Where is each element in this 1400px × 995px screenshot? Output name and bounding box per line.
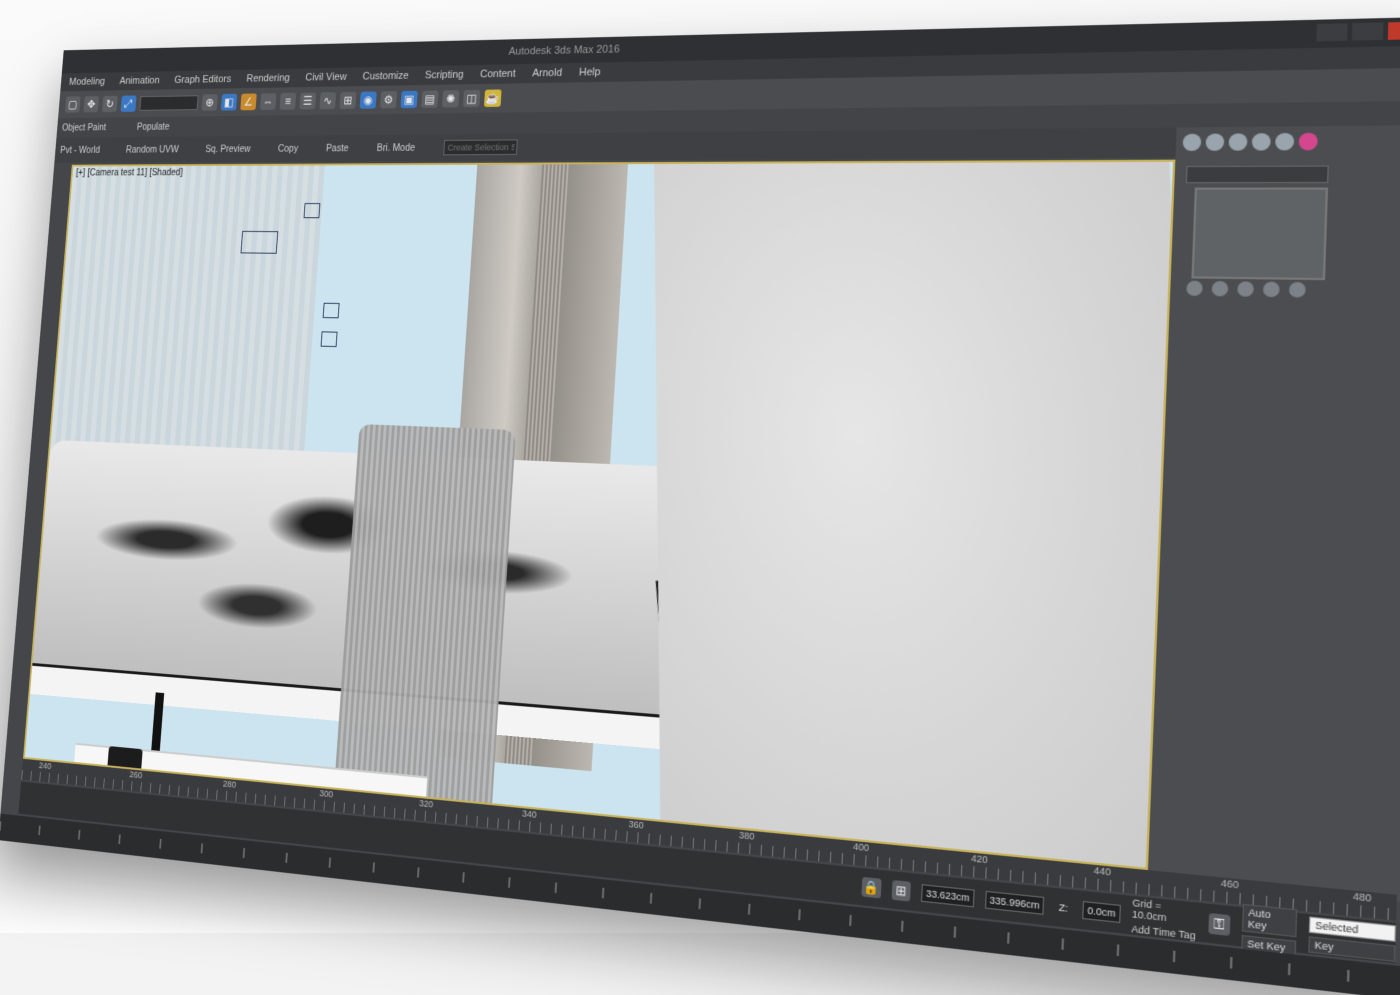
display-tab-icon[interactable] — [1274, 132, 1295, 151]
light-gizmo[interactable] — [303, 203, 321, 219]
copy-button[interactable]: Copy — [278, 144, 299, 154]
key-mode-group: Selected Key — [1308, 915, 1397, 962]
timeline-tick: 320 — [418, 798, 434, 810]
lock-selection-icon[interactable]: 🔒 — [861, 876, 882, 899]
timeline-tick: 240 — [38, 760, 52, 772]
camera-gizmo[interactable] — [240, 230, 279, 254]
timeline-tick: 420 — [970, 852, 989, 866]
render-icon[interactable]: ▣ — [400, 90, 418, 109]
teapot-icon[interactable]: ☕ — [483, 89, 502, 107]
timeline-tick: 300 — [319, 788, 334, 800]
concrete-wall — [654, 159, 1176, 871]
reference-coordinate-dropdown[interactable] — [139, 95, 199, 111]
angle-snap-icon[interactable]: ∠ — [240, 93, 257, 111]
sq-preview-button[interactable]: Sq. Preview — [205, 144, 251, 154]
motion-tab-icon[interactable] — [1251, 133, 1271, 151]
render-setup-icon[interactable]: ⚙ — [379, 91, 398, 109]
x-coordinate-field[interactable]: 33.623cm — [921, 884, 975, 908]
timeline-tick: 280 — [222, 778, 237, 790]
pivot-icon[interactable]: ⊕ — [201, 94, 218, 111]
object-name-field[interactable] — [1185, 165, 1329, 184]
z-axis-label: Z: — [1058, 901, 1069, 915]
timeline-tick: 380 — [738, 829, 755, 842]
maximize-button[interactable] — [1351, 22, 1384, 41]
y-coordinate-field[interactable]: 335.996cm — [984, 890, 1045, 915]
menu-graph-editors[interactable]: Graph Editors — [174, 74, 232, 86]
show-end-result-icon[interactable] — [1211, 280, 1229, 297]
z-coordinate-field[interactable]: 0.0cm — [1082, 900, 1121, 924]
timeline-tick: 460 — [1220, 877, 1240, 891]
make-unique-icon[interactable] — [1237, 281, 1255, 297]
camera-viewport[interactable]: [+] [Camera test 11] [Shaded] — [23, 159, 1176, 871]
create-tab-icon[interactable] — [1182, 133, 1202, 152]
modify-tab-icon[interactable] — [1205, 133, 1225, 151]
rotate-icon[interactable]: ↻ — [101, 95, 118, 113]
light-gizmo[interactable] — [322, 302, 340, 319]
select-icon[interactable]: ▢ — [64, 96, 81, 113]
auto-key-button[interactable]: Auto Key — [1241, 903, 1298, 937]
timeline-tick: 260 — [129, 769, 143, 781]
close-button[interactable] — [1387, 21, 1400, 40]
menu-civil-view[interactable]: Civil View — [305, 71, 347, 83]
modifier-stack-preview — [1191, 187, 1329, 281]
command-panel-tabs — [1182, 132, 1318, 152]
grid-time-group: Grid = 10.0cm Add Time Tag — [1131, 896, 1197, 941]
window-blinds — [49, 165, 325, 471]
align-icon[interactable]: ≡ — [279, 92, 297, 110]
rendered-frame-icon[interactable]: ▤ — [421, 90, 439, 108]
hierarchy-tab-icon[interactable] — [1228, 133, 1248, 151]
curve-editor-icon[interactable]: ∿ — [319, 92, 337, 110]
modifier-stack-buttons — [1186, 280, 1306, 298]
window-controls — [1316, 21, 1400, 42]
move-icon[interactable]: ✥ — [83, 96, 100, 113]
menu-animation[interactable]: Animation — [119, 75, 160, 87]
selection-set-input[interactable] — [443, 139, 519, 156]
pin-stack-icon[interactable] — [1186, 280, 1203, 297]
menu-rendering[interactable]: Rendering — [246, 73, 290, 85]
menu-scripting[interactable]: Scripting — [424, 69, 464, 81]
random-uvw-button[interactable]: Random UVW — [126, 145, 180, 155]
light-gizmo[interactable] — [320, 331, 338, 348]
camera-icon[interactable]: ◫ — [462, 89, 481, 108]
key-buttons: Auto Key Set Key — [1240, 903, 1298, 957]
menu-arnold[interactable]: Arnold — [532, 67, 563, 79]
timeline-tick: 340 — [521, 808, 537, 820]
color-swatch-icon[interactable] — [1298, 132, 1318, 151]
scale-icon[interactable]: ⤢ — [120, 95, 137, 112]
viewport-label[interactable]: [+] [Camera test 11] [Shaded] — [76, 168, 183, 178]
tab-object-paint[interactable]: Object Paint — [62, 122, 107, 132]
light-icon[interactable]: ✺ — [441, 90, 460, 108]
menu-modeling[interactable]: Modeling — [69, 76, 106, 87]
layer-icon[interactable]: ☰ — [299, 92, 317, 110]
snap-icon[interactable]: ◧ — [220, 93, 238, 111]
menu-content[interactable]: Content — [480, 68, 516, 80]
timeline-tick: 440 — [1093, 864, 1112, 878]
tab-populate[interactable]: Populate — [136, 122, 169, 132]
schematic-view-icon[interactable]: ⊞ — [339, 91, 357, 109]
pivot-world-button[interactable]: Pvt - World — [60, 145, 100, 155]
menu-customize[interactable]: Customize — [362, 70, 409, 82]
timeline-tick: 480 — [1352, 890, 1372, 904]
grid-size-label: Grid = 10.0cm — [1131, 896, 1167, 923]
timeline-tick: 400 — [852, 840, 870, 854]
absolute-mode-icon[interactable]: ⊞ — [891, 879, 912, 902]
material-editor-icon[interactable]: ◉ — [359, 91, 377, 109]
timeline-tick: 360 — [628, 818, 644, 831]
app-window: Autodesk 3ds Max 2016 Modeling Animation… — [0, 16, 1400, 995]
remove-modifier-icon[interactable] — [1262, 281, 1280, 298]
minimize-button[interactable] — [1316, 23, 1348, 42]
menu-help[interactable]: Help — [579, 66, 601, 78]
blanket-model — [333, 424, 517, 814]
mirror-icon[interactable]: ⇔ — [259, 93, 277, 111]
key-icon[interactable]: ⚿ — [1208, 912, 1231, 936]
window-title: Autodesk 3ds Max 2016 — [508, 43, 621, 58]
command-panel — [1147, 125, 1400, 903]
monitor-scene: Autodesk 3ds Max 2016 Modeling Animation… — [0, 0, 1400, 995]
bri-mode-button[interactable]: Bri. Mode — [376, 143, 415, 154]
configure-sets-icon[interactable] — [1288, 281, 1306, 298]
paste-button[interactable]: Paste — [326, 143, 349, 154]
